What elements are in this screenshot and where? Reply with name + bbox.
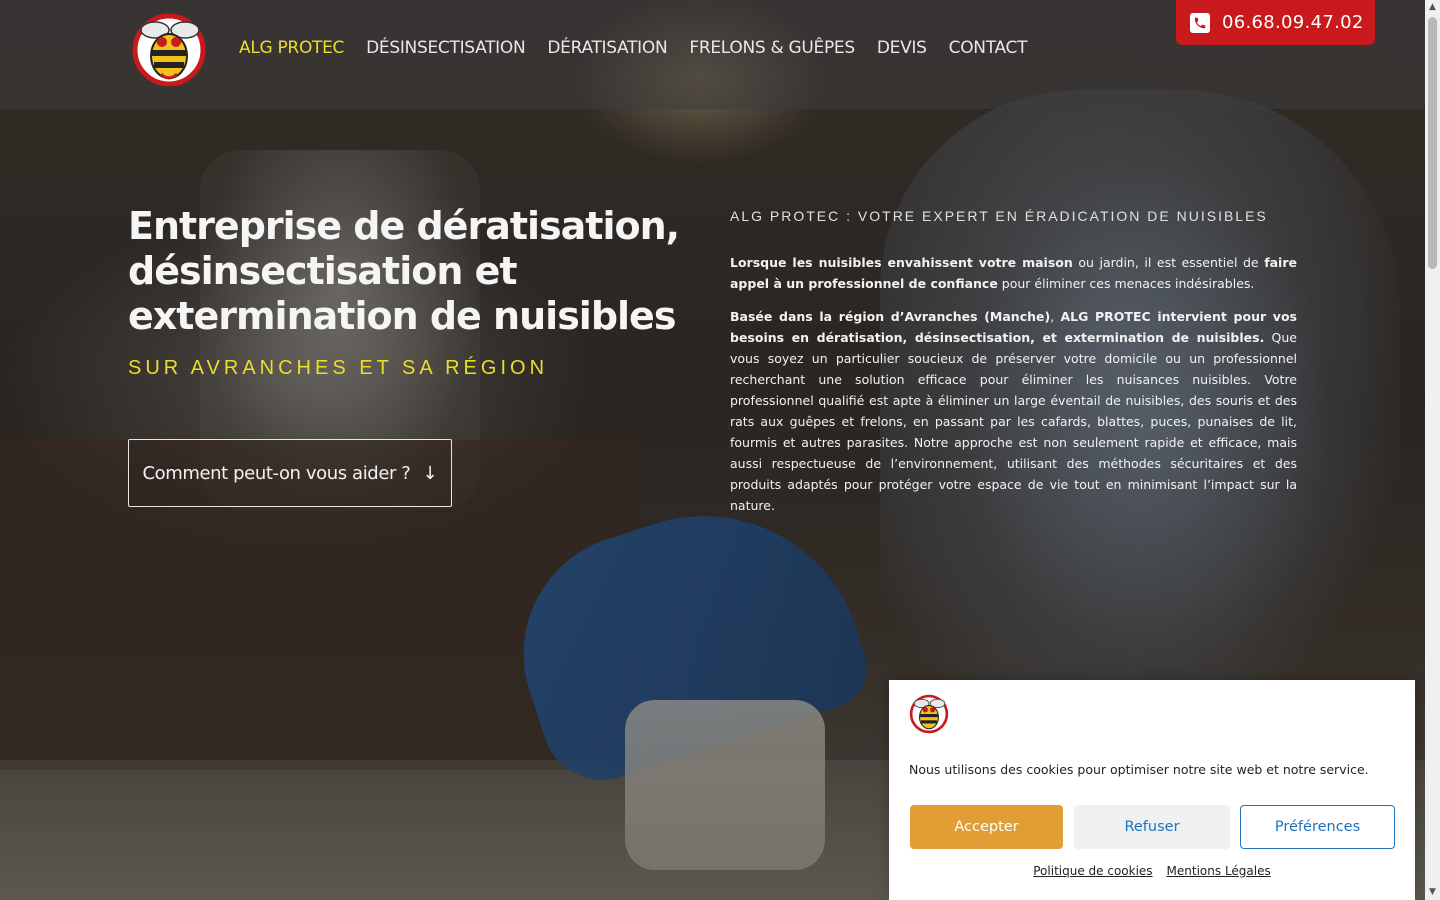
p2-text-2: Que vous soyez un particulier soucieux d…	[730, 330, 1297, 513]
nav-desinsectisation[interactable]: DÉSINSECTISATION	[366, 38, 526, 58]
intro-paragraph-2: Basée dans la région d’Avranches (Manche…	[730, 306, 1297, 516]
accept-cookies-button[interactable]: Accepter	[910, 805, 1063, 849]
scroll-up-arrow-icon[interactable]: ▲	[1425, 0, 1440, 15]
site-header: ALG PROTEC DÉSINSECTISATION DÉRATISATION…	[0, 0, 1425, 109]
help-button[interactable]: Comment peut-on vous aider ? ↓	[128, 439, 452, 507]
phone-button[interactable]: 06.68.09.47.02	[1176, 0, 1375, 45]
wasp-logo-icon[interactable]	[131, 12, 207, 88]
nav-alg-protec[interactable]: ALG PROTEC	[239, 38, 344, 58]
intro-section: ALG PROTEC : VOTRE EXPERT EN ÉRADICATION…	[730, 208, 1297, 528]
cookie-policy-link[interactable]: Politique de cookies	[1033, 864, 1152, 878]
intro-paragraph-1: Lorsque les nuisibles envahissent votre …	[730, 252, 1297, 294]
refuse-cookies-button[interactable]: Refuser	[1074, 805, 1230, 849]
p2-text-1: ,	[1050, 309, 1061, 324]
hero-title: Entreprise de dératisation, désinsectisa…	[128, 204, 680, 338]
phone-number: 06.68.09.47.02	[1222, 12, 1364, 33]
intro-kicker: ALG PROTEC : VOTRE EXPERT EN ÉRADICATION…	[730, 208, 1268, 224]
hero-subtitle: SUR AVRANCHES ET SA RÉGION	[128, 357, 549, 379]
cookie-message: Nous utilisons des cookies pour optimise…	[909, 762, 1369, 777]
wasp-logo-icon	[909, 694, 949, 734]
p2-bold-1: Basée dans la région d’Avranches (Manche…	[730, 309, 1051, 324]
nav-devis[interactable]: DEVIS	[877, 38, 927, 58]
nav-contact[interactable]: CONTACT	[949, 38, 1028, 58]
cookie-links: Politique de cookies Mentions Légales	[889, 864, 1415, 878]
nav-deratisation[interactable]: DÉRATISATION	[547, 38, 667, 58]
phone-icon	[1190, 12, 1210, 33]
legal-notice-link[interactable]: Mentions Légales	[1167, 864, 1271, 878]
p1-text-2: pour éliminer ces menaces indésirables.	[997, 276, 1255, 291]
p1-text-1: ou jardin, il est essentiel de	[1072, 255, 1265, 270]
nav-frelons-guepes[interactable]: FRELONS & GUÊPES	[689, 38, 855, 58]
cookie-banner: Nous utilisons des cookies pour optimise…	[889, 680, 1415, 900]
help-button-label: Comment peut-on vous aider ?	[142, 462, 411, 484]
cookie-preferences-button[interactable]: Préférences	[1240, 805, 1395, 849]
scroll-thumb[interactable]	[1428, 17, 1437, 269]
page-scrollbar[interactable]: ▲ ▼	[1425, 0, 1440, 900]
arrow-down-icon: ↓	[422, 462, 438, 484]
p1-bold-1: Lorsque les nuisibles envahissent votre …	[730, 255, 1073, 270]
scroll-down-arrow-icon[interactable]: ▼	[1425, 885, 1440, 900]
main-nav: ALG PROTEC DÉSINSECTISATION DÉRATISATION…	[239, 38, 1027, 58]
